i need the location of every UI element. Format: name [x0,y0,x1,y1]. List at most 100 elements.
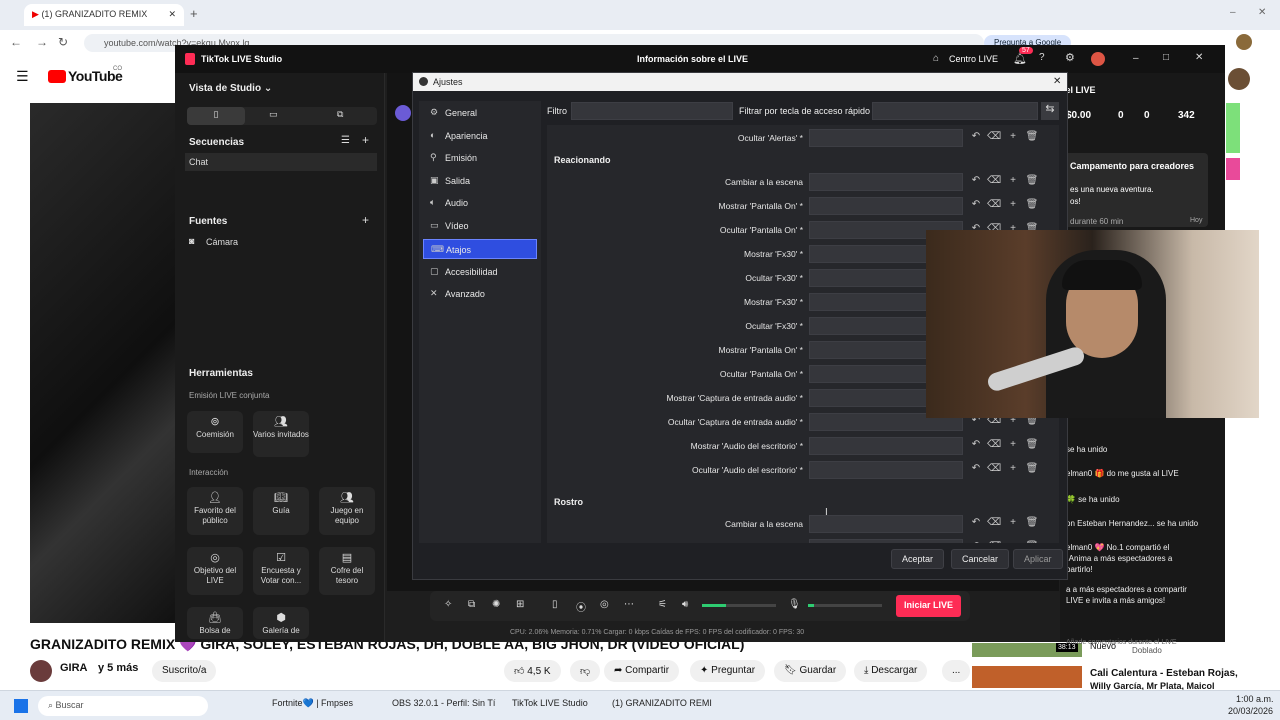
nav-stream[interactable]: ⚲ Emisión [423,148,537,168]
phone-icon[interactable]: ▯ [552,599,558,610]
clear-icon[interactable]: ⌫ [987,541,1001,543]
poll-button[interactable]: ☑ Encuesta y Votar con... [253,547,309,595]
taskbar-fortnite[interactable]: Fortnite💙 | Fmpses [272,698,353,709]
bag-button[interactable]: 👜︎ Bolsa de [187,607,243,639]
hotkey-input[interactable] [809,539,963,543]
volume-slider[interactable] [702,604,776,607]
taskbar-search[interactable]: ⌕ Buscar [38,696,208,716]
magic-icon[interactable]: ✧ [444,599,452,610]
add-icon[interactable]: + [1006,463,1020,474]
dialog-close-icon[interactable]: ✕ [1053,76,1061,87]
undo-icon[interactable]: ↶ [969,517,983,528]
sequence-chat[interactable]: Chat [185,153,377,171]
share-button[interactable]: ➦ Compartir [604,660,680,682]
record-icon[interactable]: ⦿ [576,599,586,614]
window-close-icon[interactable]: ✕ [1258,7,1266,18]
close-icon[interactable]: ✕ [1195,52,1203,63]
live-info-title[interactable]: Información sobre el LIVE [637,54,748,64]
hotkey-input[interactable] [809,437,963,455]
browser-tab[interactable]: ▶ (1) GRANIZADITO REMIX ✕ [24,4,184,26]
focus-icon[interactable]: ◎ [600,599,609,610]
centro-live-button[interactable]: Centro LIVE [949,54,998,64]
capture-icon[interactable]: ⧉ [468,599,475,610]
clear-icon[interactable]: ⌫ [987,463,1001,474]
save-button[interactable]: 🔖︎ Guardar [774,660,847,682]
more-icon[interactable]: ⋯ [624,599,634,610]
settings-gear-icon[interactable]: ⚙ [1065,51,1075,64]
add-icon[interactable]: + [1006,439,1020,450]
nav-hotkeys[interactable]: ⌨ Atajos [423,239,537,259]
nav-advanced[interactable]: ✕ Avanzado [423,284,537,304]
channel-more[interactable]: y 5 más [98,662,138,674]
undo-icon[interactable]: ↶ [969,541,983,543]
reload-icon[interactable]: ↻ [58,35,68,49]
nav-video[interactable]: ▭ Vídeo [423,216,537,236]
clear-icon[interactable]: ⌫ [987,199,1001,210]
gallery-button[interactable]: ⬢ Galería de [253,607,309,639]
delete-icon[interactable]: 🗑︎ [1025,131,1039,142]
delete-icon[interactable]: 🗑︎ [1025,541,1039,543]
comment-input[interactable]: Añade comentarios durante el LIVE [1066,639,1177,646]
ask-button[interactable]: ✦ Preguntar [690,660,766,682]
start-live-button[interactable]: Iniciar LIVE [896,595,962,617]
add-icon[interactable]: + [1006,199,1020,210]
studio-view-dropdown[interactable]: Vista de Studio ⌄ [189,83,272,94]
download-button[interactable]: ⤓ Descargar [854,660,928,682]
delete-icon[interactable]: 🗑︎ [1025,439,1039,450]
delete-icon[interactable]: 🗑︎ [1025,517,1039,528]
nav-audio[interactable]: 🔈︎ Audio [423,193,537,213]
user-avatar[interactable] [1228,68,1250,90]
add-icon[interactable]: + [1006,541,1020,543]
delete-icon[interactable]: 🗑︎ [1025,463,1039,474]
forward-icon[interactable]: → [36,35,48,49]
undo-icon[interactable]: ↶ [969,199,983,210]
youtube-logo-icon[interactable] [48,70,66,83]
maximize-icon[interactable]: □ [1163,52,1169,63]
help-icon[interactable]: ? [1039,52,1045,63]
mixer-icon[interactable]: ⚟ [658,599,667,610]
delete-icon[interactable]: 🗑︎ [1025,199,1039,210]
team-game-button[interactable]: 👥︎ Juego en equipo [319,487,375,535]
list-icon[interactable]: ☰ [341,135,350,146]
video-player[interactable] [30,103,175,623]
hotkey-input[interactable] [809,173,963,191]
volume-icon[interactable]: 🔊︎ [682,599,688,610]
add-source-icon[interactable]: + [362,213,369,227]
channel-name[interactable]: GIRA [60,662,88,674]
nav-output[interactable]: ▣ Salida [423,171,537,191]
mic-slider[interactable] [808,604,882,607]
cohost-button[interactable]: ⊚ Coemisión [187,411,243,453]
reset-filter-icon[interactable]: ⇆ [1041,102,1059,120]
taskbar-tiktok[interactable]: TikTok LIVE Studio [512,698,588,708]
related-video-1[interactable]: 38:13 Nuevo Doblado [972,641,1272,665]
back-icon[interactable]: ← [10,35,22,49]
related-video-2[interactable]: Cali Calentura - Esteban Rojas, Willy Ga… [972,666,1272,691]
clear-icon[interactable]: ⌫ [987,131,1001,142]
taskbar-obs[interactable]: OBS 32.0.1 - Perfil: Sin Tí [392,698,495,708]
portrait-layout-icon[interactable]: ▯ [187,107,245,125]
new-tab-icon[interactable]: + [190,6,198,21]
clear-icon[interactable]: ⌫ [987,517,1001,528]
clear-icon[interactable]: ⌫ [987,439,1001,450]
add-icon[interactable]: + [1006,131,1020,142]
hotkey-input[interactable] [809,129,963,147]
profile-avatar[interactable] [1091,52,1105,66]
delete-icon[interactable]: 🗑︎ [1025,175,1039,186]
close-tab-icon[interactable]: ✕ [168,9,176,20]
hotkey-input[interactable] [809,515,963,533]
multi-layout-icon[interactable]: ⧉ [337,109,343,120]
windows-start-icon[interactable] [14,699,28,713]
nav-accessibility[interactable]: ▢ Accesibilidad [423,262,537,282]
microphone-icon[interactable]: 🎙︎ [788,599,801,610]
accept-button[interactable]: Aceptar [891,549,945,569]
undo-icon[interactable]: ↶ [969,131,983,142]
menu-icon[interactable]: ☰ [16,68,29,85]
guide-button[interactable]: 📖︎ Guía [253,487,309,535]
like-button[interactable]: 👍︎ 4,5 K [504,660,561,682]
window-minimize-icon[interactable]: – [1230,7,1236,18]
add-icon[interactable]: + [1006,175,1020,186]
channel-avatar[interactable] [30,660,52,682]
campaign-card[interactable]: Campamento para creadores es una nueva a… [1064,153,1208,227]
nav-general[interactable]: ⚙ General [423,103,537,123]
landscape-layout-icon[interactable]: ▭ [269,109,278,120]
